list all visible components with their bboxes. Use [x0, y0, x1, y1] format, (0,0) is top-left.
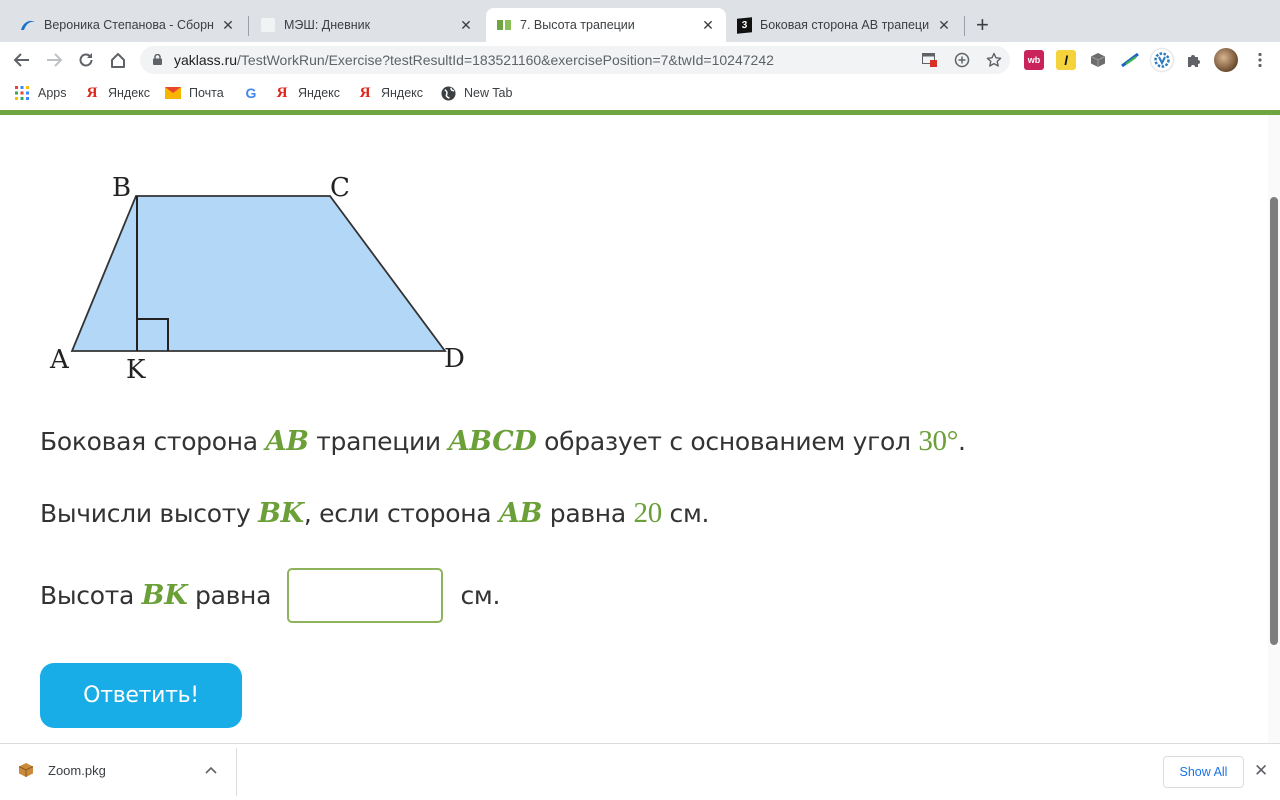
- vertex-label-b: B: [112, 173, 131, 203]
- url-text[interactable]: yaklass.ru/TestWorkRun/Exercise?testResu…: [174, 52, 774, 68]
- yandex-icon: Я: [86, 84, 98, 101]
- arrow-left-icon: [13, 53, 29, 67]
- trapezoid-figure: B C A K D: [49, 173, 465, 385]
- math-ab: AB: [498, 498, 543, 529]
- math-bk: BK: [258, 498, 304, 529]
- show-all-downloads-button[interactable]: Show All: [1163, 756, 1244, 788]
- blocked-popup-icon[interactable]: [920, 50, 940, 70]
- tab-znanija[interactable]: 3 Боковая сторона АВ трапеци ✕: [728, 8, 960, 42]
- yaklass-green-icon: [496, 17, 512, 33]
- bookmark-google[interactable]: G: [243, 85, 267, 101]
- close-tab-icon[interactable]: ✕: [700, 17, 716, 33]
- vertex-label-a: A: [49, 345, 70, 375]
- lock-icon: [153, 54, 162, 65]
- scrollbar-thumb[interactable]: [1270, 197, 1278, 645]
- tab-title: 7. Высота трапеции: [520, 18, 635, 32]
- side-length-value: 20: [633, 497, 663, 529]
- vertex-label-d: D: [444, 344, 465, 374]
- problem-statement-1: Боковая сторона AB трапеции ABCD образуе…: [40, 425, 966, 457]
- blue-swoosh-icon: [20, 17, 36, 33]
- forward-button[interactable]: [42, 48, 66, 72]
- globe-icon: [440, 85, 456, 101]
- download-bar: Zoom.pkg Show All ✕: [0, 743, 1280, 800]
- math-ab: AB: [265, 426, 309, 457]
- download-item[interactable]: Zoom.pkg: [18, 762, 106, 778]
- apps-grid-icon: [14, 85, 30, 101]
- page-scrollbar[interactable]: [1268, 115, 1280, 743]
- vertex-label-c: C: [330, 173, 350, 203]
- bookmark-apps[interactable]: Apps: [14, 85, 67, 101]
- wildberries-icon[interactable]: wb: [1024, 50, 1044, 70]
- bookmark-yandex-1[interactable]: Я Яндекс: [84, 85, 150, 101]
- bookmark-label: Почта: [189, 86, 224, 100]
- bookmark-label: Яндекс: [298, 86, 341, 100]
- back-button[interactable]: [10, 48, 34, 72]
- reload-icon: [79, 53, 93, 67]
- arrow-right-icon: [47, 53, 63, 67]
- bookmarks-bar: Apps Я Яндекс Почта G Я Яндекс Я Яндекс …: [0, 78, 1280, 110]
- bookmark-yandex-3[interactable]: Я Яндекс: [357, 85, 423, 101]
- download-separator: [236, 748, 237, 796]
- bookmark-label: Apps: [38, 86, 67, 100]
- bookmark-pochta[interactable]: Почта: [165, 85, 224, 101]
- home-icon: [111, 53, 125, 68]
- blue-feather-icon[interactable]: [1120, 50, 1140, 70]
- tab-active-yaklass[interactable]: 7. Высота трапеции ✕: [486, 8, 726, 42]
- close-tab-icon[interactable]: ✕: [936, 17, 952, 33]
- google-icon: G: [245, 85, 257, 101]
- mail-icon: [165, 85, 181, 101]
- tab-separator: [248, 16, 249, 36]
- submit-answer-button[interactable]: Ответить!: [40, 663, 242, 728]
- url-host: yaklass.ru: [174, 52, 238, 68]
- answer-input[interactable]: [286, 568, 443, 623]
- vk-gear-icon[interactable]: [1151, 49, 1173, 71]
- tab-title: МЭШ: Дневник: [284, 18, 371, 32]
- trapezoid-shape: [70, 195, 447, 352]
- bookmark-label: New Tab: [464, 86, 513, 100]
- problem-statement-2: Вычисли высоту BK, если сторона AB равна…: [40, 497, 710, 529]
- yandex-icon: Я: [276, 84, 288, 101]
- znanija-3-icon: 3: [736, 16, 752, 34]
- new-tab-button[interactable]: +: [976, 14, 989, 36]
- angle-value: 30°: [918, 425, 959, 457]
- vertex-label-k: K: [126, 355, 146, 385]
- close-tab-icon[interactable]: ✕: [220, 17, 236, 33]
- chevron-up-icon[interactable]: [205, 761, 217, 777]
- close-tab-icon[interactable]: ✕: [458, 17, 474, 33]
- tab-title: Боковая сторона АВ трапеци: [760, 18, 930, 32]
- tab-title: Вероника Степанова - Сборн: [44, 18, 214, 32]
- unit-label: см.: [460, 581, 501, 610]
- puzzle-icon[interactable]: [1184, 50, 1204, 70]
- math-bk: BK: [141, 580, 188, 611]
- math-abcd: ABCD: [448, 426, 537, 457]
- box-icon[interactable]: [1088, 50, 1108, 70]
- blank-page-icon: [260, 17, 276, 33]
- bookmark-star-icon[interactable]: [984, 50, 1004, 70]
- add-icon[interactable]: [952, 50, 972, 70]
- url-path: /TestWorkRun/Exercise?testResultId=18352…: [237, 52, 774, 68]
- yandex-icon: Я: [359, 84, 371, 101]
- home-button[interactable]: [106, 48, 130, 72]
- yellow-l-icon[interactable]: l: [1056, 50, 1076, 70]
- profile-avatar[interactable]: [1214, 48, 1238, 72]
- address-bar[interactable]: yaklass.ru/TestWorkRun/Exercise?testResu…: [140, 46, 1010, 74]
- tab-separator: [964, 16, 965, 36]
- tab-mesh[interactable]: МЭШ: Дневник ✕: [252, 8, 482, 42]
- bookmark-label: Яндекс: [108, 86, 151, 100]
- page-content: B C A K D Боковая сторона AB трапеции AB…: [0, 115, 1268, 743]
- answer-row: Высота BK равна см.: [40, 568, 500, 623]
- bookmark-yandex-2[interactable]: Я Яндекс: [274, 85, 340, 101]
- tab-veronika[interactable]: Вероника Степанова - Сборн ✕: [12, 8, 244, 42]
- bookmark-new-tab[interactable]: New Tab: [440, 85, 512, 101]
- reload-button[interactable]: [74, 48, 98, 72]
- package-icon: [18, 762, 34, 778]
- tab-strip: Вероника Степанова - Сборн ✕ МЭШ: Дневни…: [0, 0, 1280, 42]
- close-download-bar-icon[interactable]: ✕: [1254, 761, 1268, 781]
- menu-dots-icon[interactable]: [1250, 50, 1270, 70]
- browser-toolbar: yaklass.ru/TestWorkRun/Exercise?testResu…: [0, 42, 1280, 78]
- bookmark-label: Яндекс: [381, 86, 424, 100]
- download-file-name: Zoom.pkg: [48, 762, 106, 778]
